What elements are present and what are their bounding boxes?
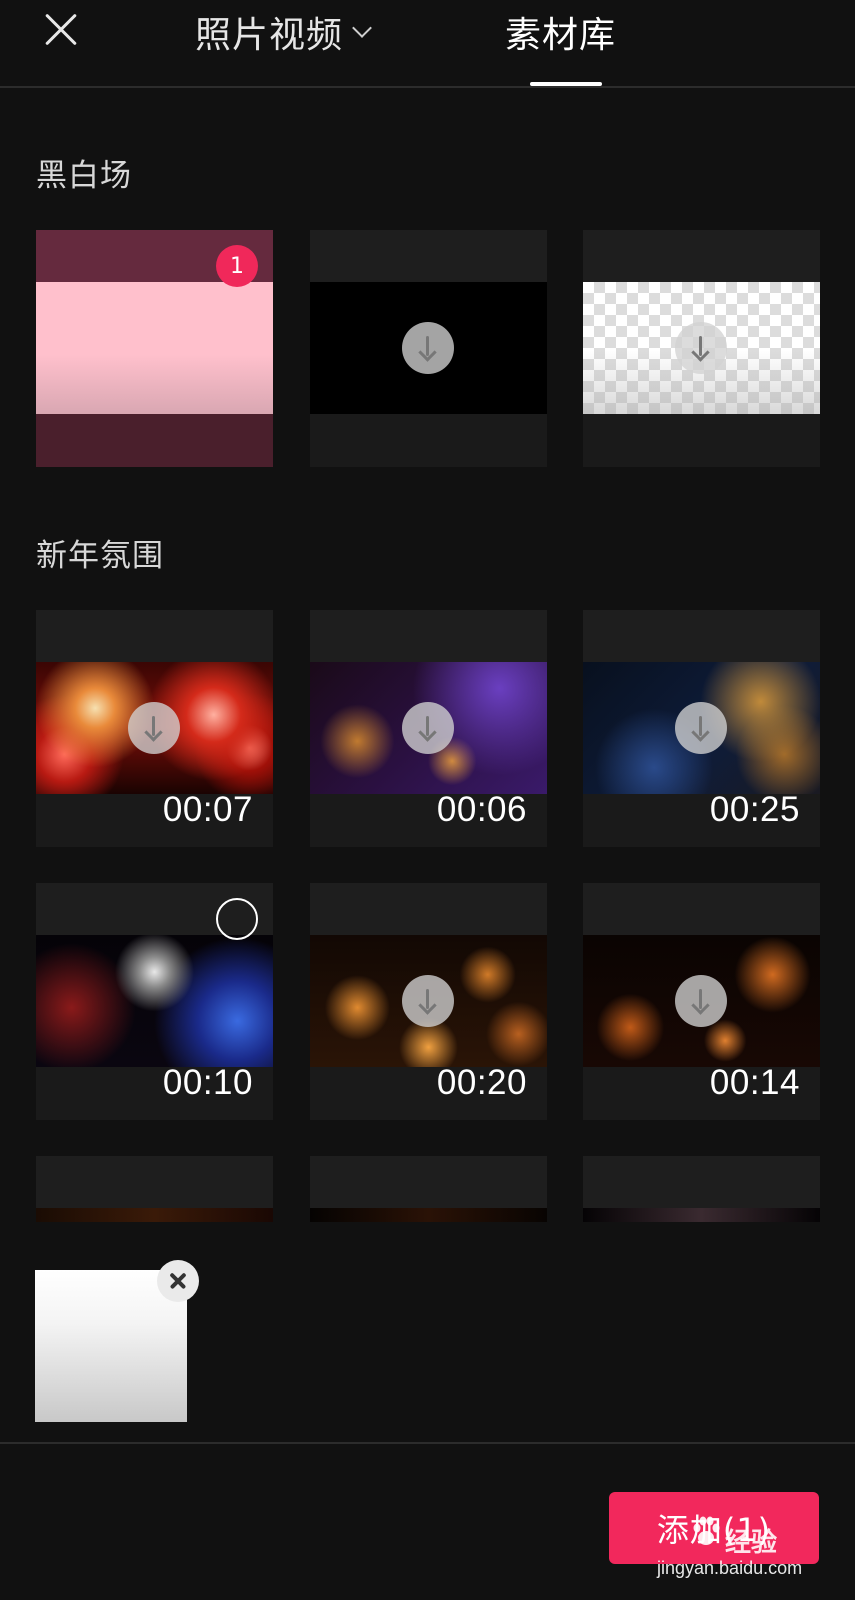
tab-material-library-label: 素材库 (505, 15, 617, 56)
header-divider (0, 86, 855, 88)
material-tile-partial[interactable] (310, 1156, 547, 1222)
remove-selected-icon[interactable] (157, 1260, 199, 1302)
select-circle[interactable] (216, 898, 258, 940)
material-tile-blue-fireworks[interactable]: 00:10 (36, 883, 273, 1120)
duration-label: 00:25 (709, 790, 800, 829)
duration-label: 00:20 (436, 1063, 527, 1102)
thumbnail-partial (310, 1208, 547, 1222)
duration-label: 00:06 (436, 790, 527, 829)
download-icon[interactable] (675, 322, 727, 374)
tray-divider (0, 1442, 855, 1444)
add-button[interactable]: 添加(1) (609, 1492, 819, 1564)
tile-bottom-shade (583, 414, 820, 467)
download-icon[interactable] (675, 702, 727, 754)
thumbnail-partial (36, 1208, 273, 1222)
material-tile-black[interactable] (310, 230, 547, 467)
selection-order-badge[interactable]: 1 (216, 245, 258, 287)
duration-label: 00:14 (709, 1063, 800, 1102)
duration-label: 00:07 (162, 790, 253, 829)
material-tile-blue-gold-glitter[interactable]: 00:25 (583, 610, 820, 847)
material-picker-screen: 照片视频 素材库 黑白场 1 新年氛围 00:07 00:06 00:25 00… (0, 0, 855, 1600)
download-icon[interactable] (402, 322, 454, 374)
download-icon[interactable] (675, 975, 727, 1027)
material-tile-purple-sparkle[interactable]: 00:06 (310, 610, 547, 847)
tab-material-library[interactable]: 素材库 (505, 6, 616, 58)
material-tile-bokeh-lights[interactable]: 00:20 (310, 883, 547, 1120)
tab-photo-video-label: 照片视频 (195, 15, 344, 56)
material-tile-transparent[interactable] (583, 230, 820, 467)
material-tile-partial[interactable] (36, 1156, 273, 1222)
material-tile-red-fireworks[interactable]: 00:07 (36, 610, 273, 847)
top-bar: 照片视频 素材库 (0, 0, 855, 88)
section-title-new-year: 新年氛围 (36, 538, 164, 574)
download-icon[interactable] (402, 975, 454, 1027)
tab-photo-video[interactable]: 照片视频 (195, 6, 372, 58)
material-tile-pink[interactable]: 1 (36, 230, 273, 467)
close-icon[interactable] (38, 8, 82, 52)
section-title-black-white: 黑白场 (36, 158, 132, 194)
thumbnail-pink (36, 282, 273, 414)
thumbnail-partial (583, 1208, 820, 1222)
download-icon[interactable] (402, 702, 454, 754)
tile-bottom-shade (36, 414, 273, 467)
material-tile-partial[interactable] (583, 1156, 820, 1222)
tile-bottom-shade (310, 414, 547, 467)
duration-label: 00:10 (162, 1063, 253, 1102)
thumbnail-blue-fireworks (36, 935, 273, 1067)
chevron-down-icon (352, 18, 372, 38)
material-tile-sparks[interactable]: 00:14 (583, 883, 820, 1120)
download-icon[interactable] (128, 702, 180, 754)
